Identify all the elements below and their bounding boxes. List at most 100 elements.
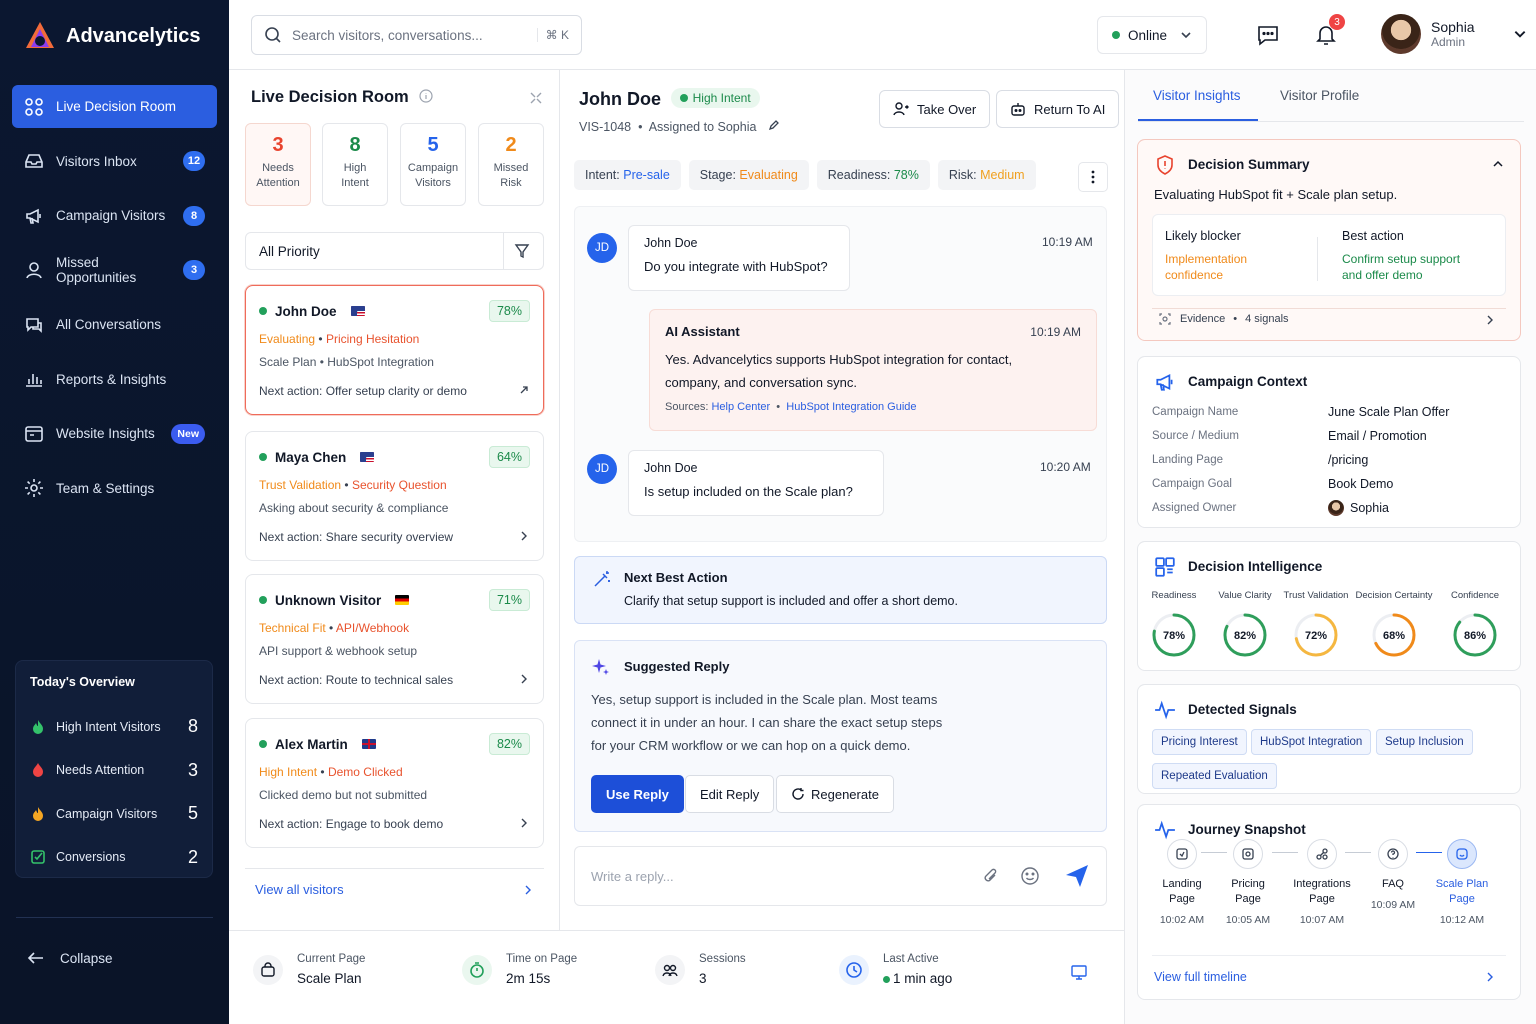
- stat-label: Visitors: [415, 177, 451, 189]
- assigned-to: Assigned to Sophia: [648, 120, 757, 134]
- chevron-right-icon[interactable]: [1484, 971, 1496, 983]
- filter-icon: [514, 244, 530, 259]
- visitor-card[interactable]: John Doe 78% Evaluating • Pricing Hesitat…: [245, 285, 544, 415]
- tab-visitor-profile[interactable]: Visitor Profile: [1280, 88, 1359, 103]
- ring-value: 68%: [1383, 630, 1405, 642]
- stat-needs-attention[interactable]: 3 Needs Attention: [245, 123, 311, 206]
- chevron-up-icon[interactable]: [1492, 158, 1504, 170]
- emoji-icon[interactable]: [1020, 866, 1040, 886]
- stat-high-intent[interactable]: 8 High Intent: [322, 123, 388, 206]
- journey-step[interactable]: FAQ 10:09 AM: [1358, 839, 1428, 911]
- new-badge: New: [171, 423, 205, 444]
- signal-tag[interactable]: Setup Inclusion: [1376, 729, 1473, 755]
- count-badge: 8: [183, 205, 205, 226]
- stage-tag: Trust Validation: [259, 478, 342, 492]
- active-tab-indicator: [1138, 119, 1258, 121]
- overview-row-needs-attention[interactable]: Needs Attention 3: [30, 749, 198, 793]
- collapse-arrows-icon[interactable]: [529, 91, 543, 105]
- check-square-icon: [31, 850, 45, 865]
- visitor-description: Scale Plan • HubSpot Integration: [259, 355, 434, 369]
- divider: [1317, 237, 1318, 281]
- chevron-right-icon[interactable]: [518, 530, 530, 542]
- use-reply-button[interactable]: Use Reply: [591, 775, 684, 813]
- signal-tag[interactable]: HubSpot Integration: [1251, 729, 1372, 755]
- stat-label: Missed: [493, 162, 529, 174]
- context-key: Campaign Name: [1152, 406, 1239, 418]
- user-menu[interactable]: Sophia Admin: [1381, 14, 1527, 54]
- reply-input[interactable]: Write a reply...: [574, 846, 1107, 906]
- status-value: Online: [1128, 27, 1168, 43]
- sources-label: Sources:: [665, 401, 709, 413]
- source-link[interactable]: Help Center: [711, 401, 770, 413]
- summary-detail-box: Likely blocker Implementation confidence …: [1152, 214, 1506, 296]
- users-icon: [655, 954, 685, 985]
- chevron-right-icon[interactable]: [522, 884, 534, 896]
- chip-value: Medium: [980, 168, 1025, 182]
- chevron-right-icon[interactable]: [1484, 314, 1496, 326]
- paperclip-icon[interactable]: [982, 867, 1000, 885]
- filter-button[interactable]: [503, 232, 530, 270]
- overview-row-high-intent[interactable]: High Intent Visitors 8: [30, 705, 198, 749]
- intent-score: 78%: [488, 300, 530, 322]
- sidebar-item-reports-insights[interactable]: Reports & Insights: [12, 358, 217, 401]
- stat-campaign-visitors[interactable]: 5 Campaign Visitors: [400, 123, 466, 206]
- visitor-card[interactable]: Alex Martin 82% High Intent • Demo Clicke…: [245, 718, 544, 848]
- take-over-button[interactable]: Take Over: [879, 90, 991, 128]
- edit-reply-button[interactable]: Edit Reply: [685, 775, 775, 813]
- messages-button[interactable]: [1251, 18, 1285, 52]
- online-dot: [1112, 31, 1120, 39]
- status-dropdown[interactable]: Online: [1097, 16, 1207, 54]
- notifications-button[interactable]: 3: [1309, 14, 1345, 52]
- sidebar-item-label: Team & Settings: [56, 480, 155, 496]
- signal-tag[interactable]: Repeated Evaluation: [1152, 763, 1277, 789]
- overview-row-conversions[interactable]: Conversions 2: [30, 836, 198, 880]
- intent-chip: Intent: Pre-sale: [574, 160, 681, 190]
- view-all-visitors-link[interactable]: View all visitors: [255, 882, 344, 897]
- context-value: /pricing: [1328, 453, 1369, 467]
- ai-message: AI Assistant 10:19 AM Yes. Advancelytics…: [649, 309, 1097, 431]
- visitor-card[interactable]: Unknown Visitor 71% Technical Fit • API/W…: [245, 574, 544, 704]
- tab-visitor-insights[interactable]: Visitor Insights: [1153, 88, 1241, 103]
- sidebar-item-visitors-inbox[interactable]: Visitors Inbox 12: [12, 140, 217, 183]
- view-timeline-link[interactable]: View full timeline: [1154, 970, 1247, 984]
- signal-tag: Pricing Hesitation: [325, 332, 420, 346]
- sidebar-item-website-insights[interactable]: Website Insights New: [12, 412, 217, 455]
- sidebar-item-live-decision-room[interactable]: Live Decision Room: [12, 85, 217, 128]
- chevron-right-icon[interactable]: [518, 817, 530, 829]
- visitor-name: Maya Chen: [275, 449, 347, 465]
- chip-key: Intent:: [585, 168, 620, 182]
- ring-label: Decision Certainty: [1355, 590, 1433, 601]
- external-link-icon[interactable]: [518, 384, 530, 396]
- info-icon[interactable]: [419, 89, 433, 103]
- blocker-value: confidence: [1165, 268, 1224, 282]
- stat-missed-risk[interactable]: 2 Missed Risk: [478, 123, 544, 206]
- search-input[interactable]: Search visitors, conversations... ⌘ K: [251, 15, 582, 55]
- journey-step-current[interactable]: Scale Plan Page 10:12 AM: [1427, 839, 1497, 926]
- return-to-ai-button[interactable]: Return To AI: [996, 90, 1120, 128]
- signal-tag[interactable]: Pricing Interest: [1152, 729, 1247, 755]
- sidebar-item-campaign-visitors[interactable]: Campaign Visitors 8: [12, 194, 217, 237]
- online-dot: [259, 740, 267, 748]
- topbar: Search visitors, conversations... ⌘ K On…: [229, 0, 1536, 70]
- edit-pencil-icon[interactable]: [768, 119, 780, 131]
- evidence-link[interactable]: Evidence • 4 signals: [1158, 312, 1289, 326]
- send-icon[interactable]: [1064, 863, 1090, 889]
- integrations-icon: [1307, 839, 1337, 869]
- overview-row-campaign-visitors[interactable]: Campaign Visitors 5: [30, 792, 198, 836]
- brand[interactable]: Advancelytics: [24, 20, 201, 52]
- chevron-right-icon[interactable]: [518, 673, 530, 685]
- sidebar-item-team-settings[interactable]: Team & Settings: [12, 467, 217, 510]
- sidebar-item-missed-opportunities[interactable]: Missed Opportunities 3: [12, 249, 217, 292]
- visitor-name: John Doe: [275, 303, 337, 319]
- intent-pill-label: High Intent: [692, 91, 751, 105]
- monitor-icon[interactable]: [1070, 963, 1088, 981]
- pulse-icon: [1155, 820, 1175, 840]
- collapse-button[interactable]: Collapse: [26, 948, 113, 968]
- regenerate-button[interactable]: Regenerate: [776, 775, 894, 813]
- uk-flag-icon: [361, 739, 376, 749]
- priority-dropdown[interactable]: All Priority: [245, 232, 544, 270]
- visitor-card[interactable]: Maya Chen 64% Trust Validation • Security…: [245, 431, 544, 561]
- more-options-button[interactable]: [1078, 162, 1108, 192]
- source-link[interactable]: HubSpot Integration Guide: [786, 401, 916, 413]
- sidebar-item-all-conversations[interactable]: All Conversations: [12, 303, 217, 346]
